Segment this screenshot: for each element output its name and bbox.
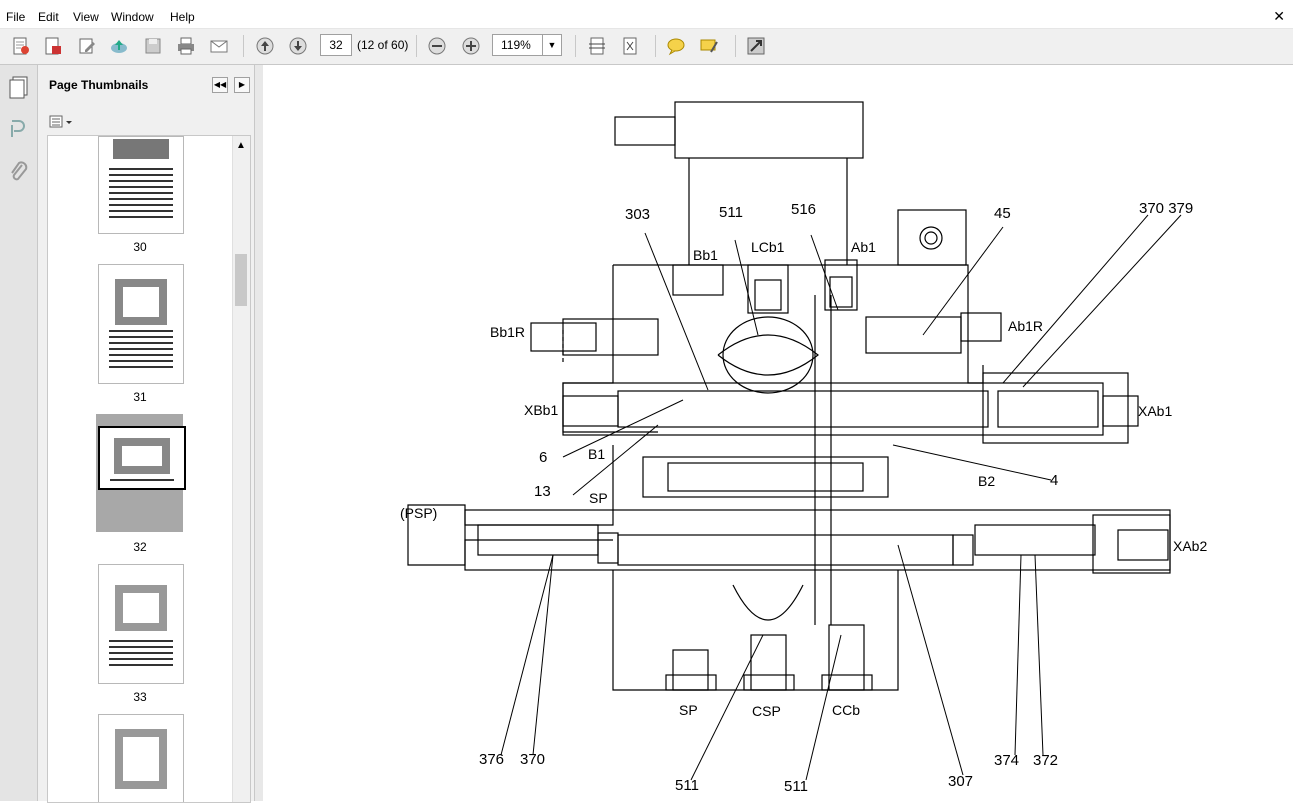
label-bb1: Bb1 [693, 247, 718, 263]
fit-page-icon[interactable] [586, 35, 608, 57]
valve-diagram [407, 101, 1182, 781]
close-document-icon[interactable]: ✕ [1273, 8, 1285, 25]
thumbnail-scrollbar[interactable]: ▲ [232, 136, 250, 802]
scrollbar-thumb[interactable] [235, 254, 247, 306]
label-xbb1: XBb1 [524, 402, 559, 418]
thumbnail-label-30: 30 [133, 240, 147, 254]
label-303: 303 [625, 206, 651, 223]
menu-edit[interactable]: Edit [38, 10, 59, 24]
label-511-left: 511 [675, 777, 699, 794]
create-pdf-icon[interactable] [10, 35, 32, 57]
page-number-input[interactable]: 32 [320, 34, 352, 56]
menu-view[interactable]: View [73, 10, 99, 24]
label-374: 374 [994, 752, 1020, 769]
label-sp-upper: SP [589, 490, 608, 506]
fit-width-icon[interactable] [619, 35, 641, 57]
label-bb1r: Bb1R [490, 324, 526, 340]
thumbnail-list[interactable]: 30 31 32 33 ▲ [47, 135, 251, 803]
zoom-out-icon[interactable] [426, 35, 448, 57]
menu-bar: File Edit View Window Help ✕ [0, 6, 1293, 29]
label-b2: B2 [978, 473, 996, 489]
label-307: 307 [948, 773, 974, 790]
label-376: 376 [479, 751, 505, 768]
attachments-icon[interactable] [8, 117, 30, 141]
thumbnails-panel: Page Thumbnails ◀◀ ▶ 30 31 32 33 ▲ [38, 65, 254, 803]
label-13: 13 [534, 483, 551, 500]
label-lcb1: LCb1 [751, 239, 785, 255]
zoom-in-icon[interactable] [460, 35, 482, 57]
thumbnail-page-31[interactable] [98, 264, 184, 384]
label-xab2: XAb2 [1173, 538, 1208, 554]
prev-page-icon[interactable] [254, 35, 276, 57]
menu-window[interactable]: Window [111, 10, 154, 24]
scroll-up-icon[interactable]: ▲ [236, 140, 246, 151]
label-516: 516 [791, 201, 817, 218]
label-xab1: XAb1 [1138, 403, 1173, 419]
page-count: (12 of 60) [357, 38, 409, 52]
label-370-379: 370 379 [1139, 200, 1194, 217]
menu-help[interactable]: Help [170, 10, 195, 24]
label-csp: CSP [752, 703, 781, 719]
menu-file[interactable]: File [6, 10, 25, 24]
label-511-top: 511 [719, 204, 743, 221]
label-sp: SP [679, 702, 698, 718]
thumbnail-label-32: 32 [133, 540, 147, 554]
upload-icon[interactable] [108, 35, 130, 57]
options-button[interactable] [48, 113, 76, 131]
expand-panel-button[interactable]: ▶ [234, 77, 250, 93]
zoom-select[interactable]: 119% ▼ [492, 34, 562, 56]
toolbar [0, 29, 1293, 65]
panel-title: Page Thumbnails [49, 78, 149, 92]
thumbnail-page-30[interactable] [98, 136, 184, 234]
zoom-value: 119% [501, 38, 531, 52]
thumbnail-label-31: 31 [133, 390, 147, 404]
label-b1: B1 [588, 446, 606, 462]
email-icon[interactable] [208, 35, 230, 57]
print-icon[interactable] [175, 35, 197, 57]
comment-icon[interactable] [665, 35, 687, 57]
highlight-icon[interactable] [698, 35, 720, 57]
edit-icon[interactable] [76, 35, 98, 57]
thumbnail-label-33: 33 [133, 690, 147, 704]
label-6: 6 [539, 449, 548, 466]
next-page-icon[interactable] [287, 35, 309, 57]
thumbnail-page-33[interactable] [98, 564, 184, 684]
open-icon[interactable] [42, 35, 64, 57]
label-370: 370 [520, 751, 546, 768]
label-psp: (PSP) [400, 505, 438, 521]
label-ccb: CCb [832, 702, 861, 718]
collapse-panel-button[interactable]: ◀◀ [212, 77, 228, 93]
label-4: 4 [1050, 472, 1059, 489]
label-372: 372 [1033, 752, 1059, 769]
page-thumbnails-icon[interactable] [8, 75, 30, 99]
document-view[interactable]: 303 511 516 45 370 379 Bb1 LCb1 Ab1 Bb1R… [263, 65, 1293, 801]
chevron-down-icon[interactable]: ▼ [542, 35, 561, 55]
label-511-right: 511 [784, 778, 808, 795]
thumbnail-page-34[interactable] [98, 714, 184, 802]
navigation-strip [0, 65, 38, 801]
paperclip-icon[interactable] [8, 161, 30, 185]
save-icon[interactable] [142, 35, 164, 57]
label-ab1: Ab1 [851, 239, 876, 255]
fullscreen-icon[interactable] [745, 35, 767, 57]
label-45: 45 [994, 205, 1011, 222]
thumbnail-page-32[interactable] [98, 426, 186, 490]
label-ab1r: Ab1R [1008, 318, 1044, 334]
